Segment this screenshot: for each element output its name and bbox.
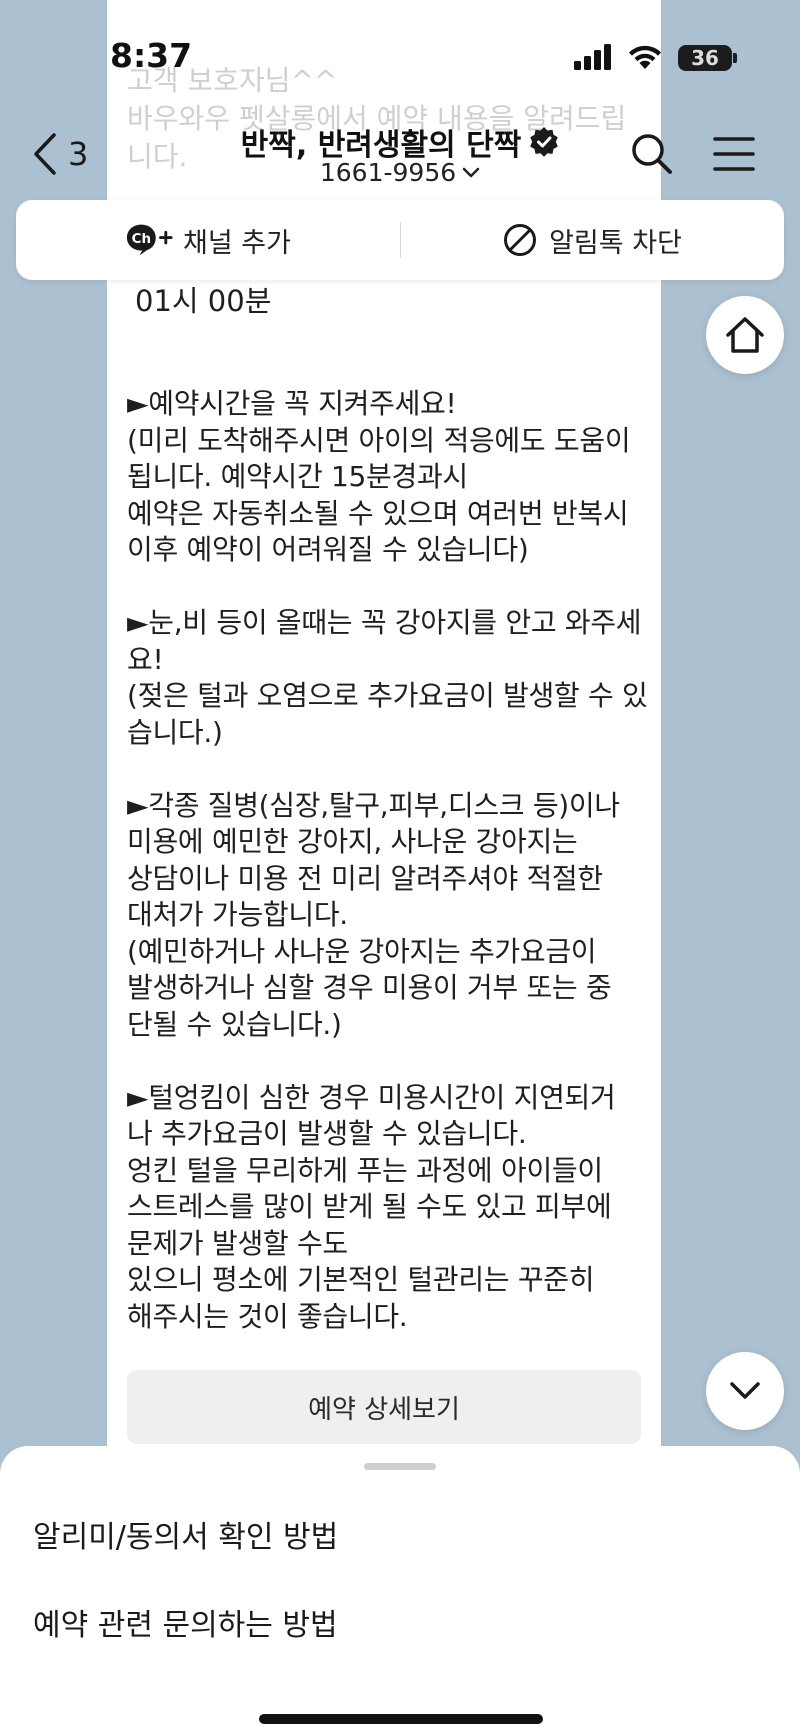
search-icon[interactable]	[630, 132, 674, 176]
home-button[interactable]	[706, 296, 784, 374]
chevron-down-icon	[730, 1382, 760, 1399]
add-channel-button[interactable]: Ch 채널 추가	[16, 200, 400, 280]
battery-cap	[733, 53, 737, 63]
block-alimtalk-button[interactable]: 알림톡 차단	[401, 200, 784, 280]
svg-text:Ch: Ch	[132, 232, 151, 247]
bottom-sheet: 알리미/동의서 확인 방법 예약 관련 문의하는 방법	[0, 1446, 800, 1734]
message-body: ►예약시간을 꼭 지켜주세요! (미리 도착해주시면 아이의 적응에도 도움이 …	[127, 387, 648, 1333]
scroll-down-button[interactable]	[706, 1352, 784, 1430]
reservation-time-text: 01시 00분	[135, 284, 272, 318]
block-icon	[504, 224, 537, 256]
home-icon	[726, 317, 764, 353]
home-indicator	[259, 1714, 543, 1724]
sheet-item-inquiry-guide[interactable]: 예약 관련 문의하는 방법	[33, 1600, 338, 1644]
add-channel-label: 채널 추가	[183, 227, 291, 259]
battery-icon: 36	[678, 45, 732, 71]
status-time: 8:37	[110, 36, 193, 75]
chevron-down-icon	[462, 167, 480, 177]
channel-phone[interactable]: 1661-9956	[0, 158, 800, 187]
wifi-icon	[629, 45, 661, 69]
status-bar: 8:37 36	[0, 0, 800, 118]
menu-icon[interactable]	[713, 136, 755, 172]
sheet-item-notice-guide[interactable]: 알리미/동의서 확인 방법	[33, 1512, 338, 1556]
sheet-handle[interactable]	[364, 1463, 436, 1470]
channel-add-icon: Ch	[126, 224, 173, 256]
cellular-signal-icon	[574, 44, 611, 70]
block-alimtalk-label: 알림톡 차단	[549, 227, 682, 259]
channel-action-card: Ch 채널 추가 알림톡 차단	[16, 200, 784, 280]
reservation-detail-button[interactable]: 예약 상세보기	[127, 1370, 641, 1444]
phone-number: 1661-9956	[319, 158, 457, 187]
verified-badge-icon	[530, 127, 559, 157]
